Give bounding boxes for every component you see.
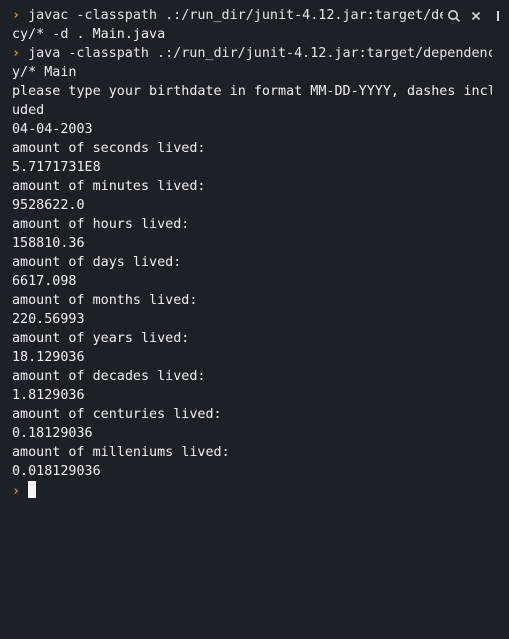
output-line: amount of hours lived: xyxy=(12,215,492,234)
output-text: cy/* -d . Main.java xyxy=(12,27,166,42)
output-line: y/* Main xyxy=(12,63,492,82)
output-line: amount of months lived: xyxy=(12,291,492,310)
output-text: amount of days lived: xyxy=(12,255,182,270)
output-line: uded xyxy=(12,101,492,120)
output-line: amount of minutes lived: xyxy=(12,177,492,196)
command-line: › java -classpath .:/run_dir/junit-4.12.j… xyxy=(12,44,492,63)
output-text: uded xyxy=(12,103,45,118)
command-text: javac -classpath .:/run_dir/junit-4.12.j… xyxy=(28,8,456,23)
output-line: 1.8129036 xyxy=(12,386,492,405)
output-text: 6617.098 xyxy=(12,274,77,289)
output-text: 5.7171731E8 xyxy=(12,160,101,175)
output-line: 18.129036 xyxy=(12,348,492,367)
output-line: 158810.36 xyxy=(12,234,492,253)
command-line: › javac -classpath .:/run_dir/junit-4.12.… xyxy=(12,6,492,25)
output-text: amount of years lived: xyxy=(12,331,190,346)
output-line: amount of milleniums lived: xyxy=(12,443,492,462)
output-text: 220.56993 xyxy=(12,312,85,327)
output-line: amount of days lived: xyxy=(12,253,492,272)
terminal-output: › javac -classpath .:/run_dir/junit-4.12.… xyxy=(12,6,492,500)
output-text: 1.8129036 xyxy=(12,388,85,403)
output-line: cy/* -d . Main.java xyxy=(12,25,492,44)
output-text: y/* Main xyxy=(12,65,77,80)
output-line: amount of years lived: xyxy=(12,329,492,348)
more-icon[interactable] xyxy=(491,9,505,23)
prompt-symbol: › xyxy=(12,46,21,61)
output-text: amount of months lived: xyxy=(12,293,198,308)
output-line: 6617.098 xyxy=(12,272,492,291)
prompt-symbol: › xyxy=(12,8,21,23)
output-line: 0.18129036 xyxy=(12,424,492,443)
output-line: 5.7171731E8 xyxy=(12,158,492,177)
output-text: 0.018129036 xyxy=(12,464,101,479)
text-cursor[interactable] xyxy=(28,481,37,498)
output-line: amount of seconds lived: xyxy=(12,139,492,158)
output-line: please type your birthdate in format MM-… xyxy=(12,82,492,101)
search-icon[interactable] xyxy=(447,9,461,23)
terminal-toolbar xyxy=(443,5,509,27)
output-line: 9528622.0 xyxy=(12,196,492,215)
output-text: 18.129036 xyxy=(12,350,85,365)
output-line: 0.018129036 xyxy=(12,462,492,481)
command-text: java -classpath .:/run_dir/junit-4.12.ja… xyxy=(28,46,492,61)
output-text: please type your birthdate in format MM-… xyxy=(12,84,492,99)
output-line: amount of centuries lived: xyxy=(12,405,492,424)
output-text: amount of hours lived: xyxy=(12,217,190,232)
output-text: 9528622.0 xyxy=(12,198,85,213)
output-text: 158810.36 xyxy=(12,236,85,251)
output-text: amount of seconds lived: xyxy=(12,141,206,156)
output-text: amount of minutes lived: xyxy=(12,179,206,194)
terminal-window[interactable]: › javac -classpath .:/run_dir/junit-4.12.… xyxy=(0,0,509,639)
prompt-symbol: › xyxy=(12,484,21,499)
output-text: amount of decades lived: xyxy=(12,369,206,384)
output-text: 0.18129036 xyxy=(12,426,93,441)
output-text: 04-04-2003 xyxy=(12,122,93,137)
output-text: amount of milleniums lived: xyxy=(12,445,230,460)
close-icon[interactable] xyxy=(469,9,483,23)
output-line: amount of decades lived: xyxy=(12,367,492,386)
output-line: 220.56993 xyxy=(12,310,492,329)
output-text: amount of centuries lived: xyxy=(12,407,222,422)
prompt-input-line: › xyxy=(12,481,492,500)
output-line: 04-04-2003 xyxy=(12,120,492,139)
